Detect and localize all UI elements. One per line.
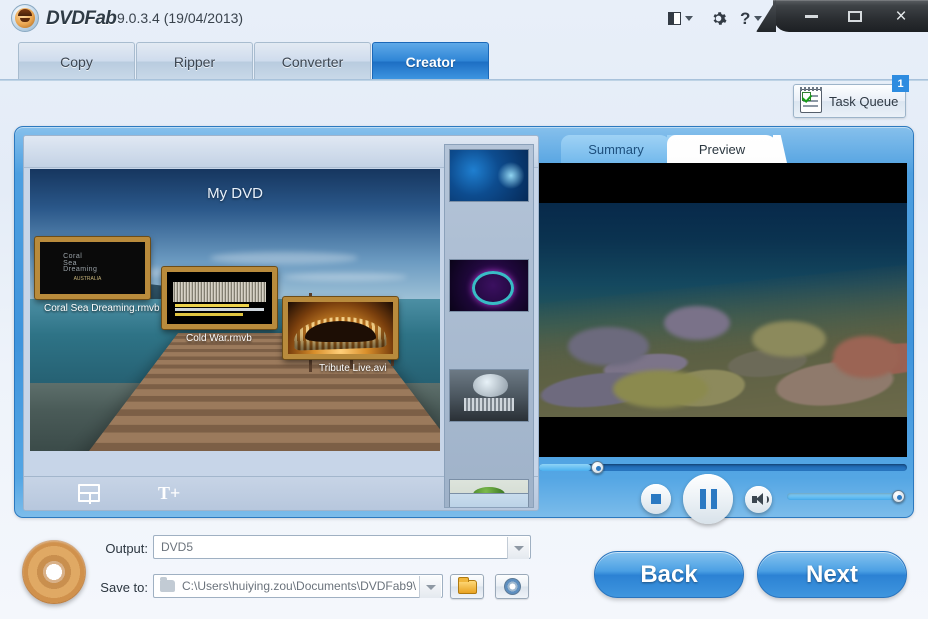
template-thumb-purple-ring[interactable] (449, 259, 529, 312)
player-controls (539, 474, 907, 524)
menu-video-item[interactable]: Tribute Live.avi (283, 297, 398, 374)
maximize-icon[interactable] (835, 0, 875, 32)
task-queue-badge: 1 (892, 75, 909, 92)
menu-video-item[interactable]: Cold War.rmvb (162, 267, 277, 344)
saveto-value: C:\Users\huiying.zou\Documents\DVDFab9\ (182, 579, 417, 593)
next-button[interactable]: Next (757, 551, 907, 598)
menu-video-caption: Cold War.rmvb (186, 333, 252, 344)
monkey-logo-icon (11, 4, 39, 32)
seek-handle[interactable] (590, 460, 604, 474)
folder-open-icon (457, 576, 477, 594)
template-thumb-blue-nebula[interactable] (449, 149, 529, 202)
seek-slider[interactable] (539, 460, 907, 474)
tab-copy[interactable]: Copy (18, 42, 135, 80)
saveto-label: Save to: (100, 580, 148, 595)
letterbox-bottom (539, 417, 907, 457)
dvd-menu-title[interactable]: My DVD (30, 185, 440, 202)
back-button[interactable]: Back (594, 551, 744, 598)
output-label: Output: (105, 541, 148, 556)
task-queue-button[interactable]: Task Queue 1 (793, 75, 909, 118)
creator-main-panel: My DVD Coral Sea Dreaming AUSTRALIA Cora… (14, 126, 914, 524)
template-thumb-sky[interactable] (449, 493, 529, 507)
app-brand: DVDFab (46, 8, 117, 29)
window-controls: × (773, 0, 928, 32)
letterbox-top (539, 163, 907, 203)
tab-summary[interactable]: Summary (561, 135, 671, 163)
tab-ripper[interactable]: Ripper (136, 42, 253, 80)
browse-folder-button[interactable] (450, 574, 484, 599)
tab-converter[interactable]: Converter (254, 42, 371, 80)
menu-video-caption: Coral Sea Dreaming.rmvb (44, 303, 160, 314)
main-tab-bar: Copy Ripper Converter Creator (18, 42, 490, 80)
burn-disc-button[interactable] (495, 574, 529, 599)
skin-theme-icon[interactable] (668, 8, 693, 28)
close-icon[interactable]: × (881, 0, 921, 32)
app-version: 9.0.3.4 (19/04/2013) (117, 10, 244, 26)
menu-layout-icon[interactable] (78, 484, 100, 504)
template-thumb-moon-city[interactable] (449, 369, 529, 422)
add-text-icon[interactable]: T+ (158, 484, 180, 502)
task-queue-label: Task Queue (829, 93, 899, 109)
dvd-menu-stage[interactable]: My DVD Coral Sea Dreaming AUSTRALIA Cora… (30, 169, 440, 451)
output-value: DVD5 (161, 540, 194, 554)
folder-icon (160, 577, 175, 592)
close-glyph: × (895, 5, 907, 27)
video-preview-surface[interactable] (539, 163, 907, 457)
preview-tab-bar: Summary Preview (539, 135, 907, 163)
output-format-select[interactable]: DVD5 (153, 535, 531, 559)
preview-pane: Summary Preview (539, 135, 907, 524)
gear-icon[interactable] (710, 8, 727, 28)
chevron-down-icon[interactable] (419, 576, 441, 598)
menu-video-item[interactable]: Coral Sea Dreaming AUSTRALIA Coral Sea D… (35, 237, 160, 314)
volume-slider[interactable] (787, 490, 905, 505)
menu-video-caption: Tribute Live.avi (319, 363, 387, 374)
saveto-path-select[interactable]: C:\Users\huiying.zou\Documents\DVDFab9\ (153, 574, 443, 598)
minimize-icon[interactable] (791, 0, 831, 32)
template-thumbnail-strip[interactable] (444, 144, 534, 508)
stop-icon[interactable] (641, 484, 671, 514)
chevron-down-icon[interactable] (507, 537, 529, 559)
dvd-menu-editor[interactable]: My DVD Coral Sea Dreaming AUSTRALIA Cora… (23, 135, 539, 511)
burn-disc-icon (503, 578, 521, 595)
clipboard-checklist-icon (800, 87, 822, 113)
tab-creator[interactable]: Creator (372, 42, 489, 80)
pause-icon[interactable] (683, 474, 733, 524)
thumb-title-3: Dreaming (63, 265, 98, 273)
tab-preview[interactable]: Preview (667, 135, 777, 163)
volume-handle[interactable] (892, 490, 905, 503)
reef-scene (539, 203, 907, 417)
thumb-subtitle: AUSTRALIA (73, 276, 102, 283)
title-bar: DVDFab 9.0.3.4 (19/04/2013) ? × (0, 0, 928, 36)
help-question-icon[interactable]: ? (740, 8, 763, 28)
volume-icon[interactable] (745, 486, 772, 513)
tab-divider (0, 79, 928, 81)
